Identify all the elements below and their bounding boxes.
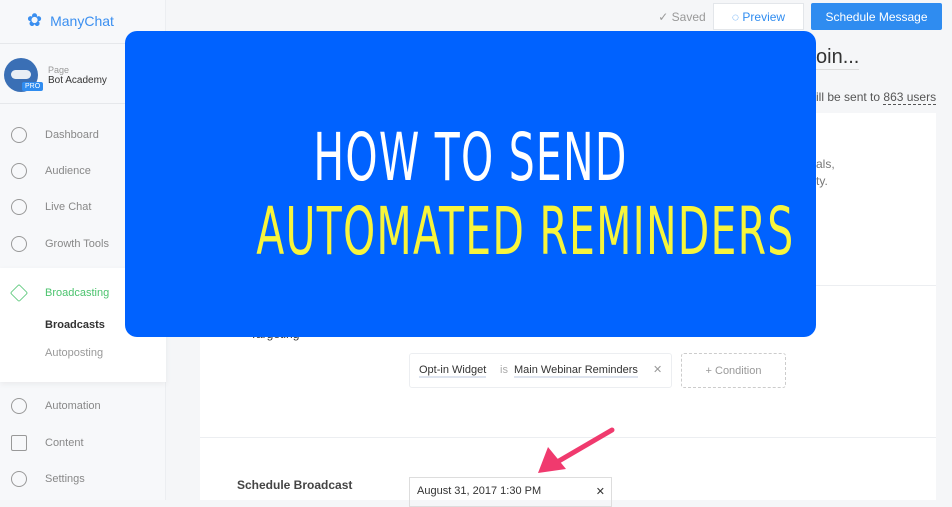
brand-name: ManyChat <box>50 12 114 29</box>
sent-text: ill be sent to <box>816 90 881 104</box>
clear-date-icon[interactable]: ✕ <box>596 485 605 498</box>
pro-badge: PRO <box>22 82 44 91</box>
nav-label: Live Chat <box>45 201 92 213</box>
condition-value[interactable]: Main Webinar Reminders <box>514 364 638 378</box>
sidebar-item-settings[interactable]: Settings <box>0 461 166 497</box>
schedule-value: August 31, 2017 1:30 PM <box>417 485 542 497</box>
page-switcher[interactable]: PRO Page Bot Academy <box>4 58 107 92</box>
audience-count: ill be sent to 863 users <box>816 90 937 105</box>
arrow-annotation <box>538 427 615 473</box>
check-icon: ✓ <box>658 9 672 24</box>
user-icon <box>11 163 27 179</box>
users-link[interactable]: 863 users <box>883 90 937 105</box>
dashboard-icon <box>11 127 27 143</box>
messenger-icon: ◌ <box>731 9 743 24</box>
nav-label: Content <box>45 437 84 449</box>
magnet-icon <box>11 236 27 252</box>
page-label: Page <box>48 64 70 75</box>
sidebar-subitem-broadcasts[interactable]: Broadcasts <box>45 319 105 331</box>
headline-overlay: HOW TO SEND AUTOMATED REMINDERS <box>125 31 816 337</box>
chat-icon <box>11 199 27 215</box>
schedule-message-button[interactable]: Schedule Message <box>811 3 942 30</box>
send-icon <box>9 283 29 303</box>
folder-icon <box>11 435 27 451</box>
nav-label: Growth Tools <box>45 238 109 250</box>
page-name: Bot Academy <box>48 74 107 86</box>
nav-label: Automation <box>45 400 101 412</box>
saved-text: Saved <box>671 9 706 24</box>
sidebar-subitem-autoposting[interactable]: Autoposting <box>45 347 103 359</box>
schedule-label: Schedule Broadcast <box>237 478 353 492</box>
nav-label: Broadcasting <box>45 287 110 299</box>
sidebar-item-automation[interactable]: Automation <box>0 388 166 424</box>
preview-label: Preview <box>742 9 786 24</box>
preview-button[interactable]: ◌ Preview <box>713 3 804 30</box>
atom-icon <box>11 398 27 414</box>
add-condition-button[interactable]: + Condition <box>681 353 786 388</box>
condition-chip[interactable]: Opt-in Widget is Main Webinar Reminders … <box>409 353 672 388</box>
nav-label: Audience <box>45 165 91 177</box>
headline-line-1: HOW TO SEND <box>313 119 628 196</box>
gear-icon <box>11 471 27 487</box>
description-line: als, <box>816 157 835 171</box>
condition-field[interactable]: Opt-in Widget <box>419 364 487 378</box>
description-line: ty. <box>816 174 828 188</box>
avatar: PRO <box>4 58 44 92</box>
logo[interactable]: ✿ ManyChat <box>27 10 114 31</box>
condition-operator[interactable]: is <box>500 364 508 376</box>
schedule-date-input[interactable]: August 31, 2017 1:30 PM ✕ <box>409 477 612 507</box>
remove-condition-icon[interactable]: ✕ <box>653 363 662 376</box>
nav-label: Dashboard <box>45 129 99 141</box>
headline-line-2: AUTOMATED REMINDERS <box>256 193 795 270</box>
saved-status: ✓ Saved <box>657 3 707 30</box>
nav-label: Settings <box>45 473 85 485</box>
broadcast-title[interactable]: oin... <box>816 46 860 70</box>
octopus-icon: ✿ <box>27 10 43 30</box>
arrow-shaft <box>549 427 615 468</box>
sidebar-item-content[interactable]: Content <box>0 425 166 461</box>
